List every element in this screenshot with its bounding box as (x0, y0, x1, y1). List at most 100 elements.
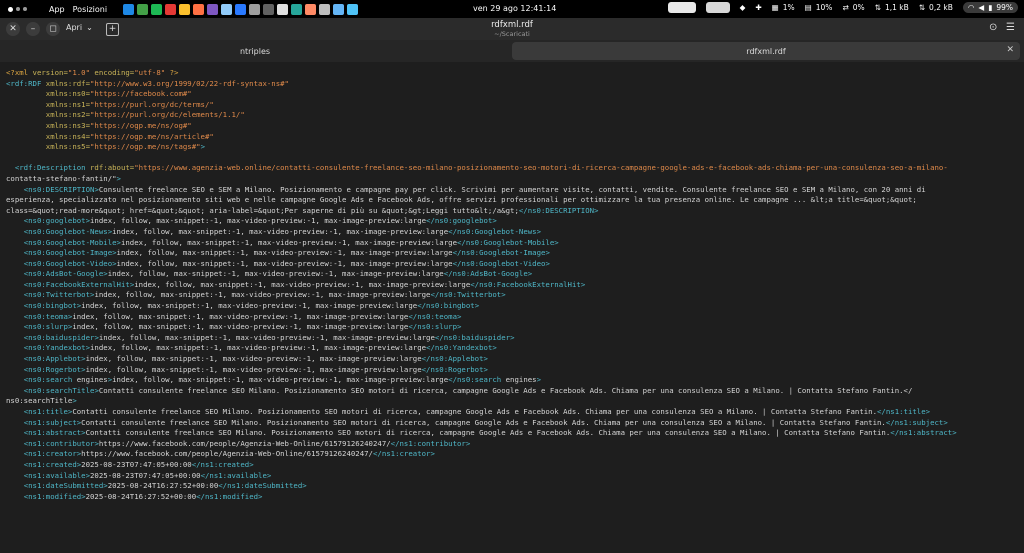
cpu-value: 1% (782, 3, 795, 12)
taskbar-app-icon[interactable] (263, 3, 275, 15)
taskbar-app-icon[interactable] (249, 3, 261, 15)
places-menu[interactable]: Posizioni (73, 5, 107, 14)
code-line[interactable]: <ns1:contributor>https://www.facebook.co… (6, 439, 1018, 450)
code-line[interactable]: <ns0:Yandexbot>index, follow, max-snippe… (6, 343, 1018, 354)
taskbar-app-icon[interactable] (291, 3, 303, 15)
workspace-dot-active (8, 6, 13, 12)
taskbar-app-icon[interactable] (207, 3, 219, 15)
download-icon: ⇅ (874, 3, 881, 12)
code-line[interactable]: xmlns:ns2="https://purl.org/dc/elements/… (6, 110, 1018, 121)
swap-indicator[interactable]: ⇄ 0% (842, 3, 864, 12)
tab-bar: ntriples rdfxml.rdf ✕ (0, 40, 1024, 62)
tab-ntriples[interactable]: ntriples (4, 42, 506, 60)
code-line[interactable]: xmlns:ns0="https://facebook.com#" (6, 89, 1018, 100)
close-tab-icon[interactable]: ✕ (1006, 45, 1014, 55)
workspace-indicator[interactable] (8, 6, 27, 12)
code-line[interactable]: <ns0:googlebot>index, follow, max-snippe… (6, 216, 1018, 227)
swap-icon: ⇄ (842, 3, 849, 12)
swap-value: 0% (852, 3, 865, 12)
upload-icon: ⇅ (918, 3, 926, 12)
code-line[interactable]: xmlns:ns5="https://ogp.me/ns/tags#"> (6, 142, 1018, 153)
code-line[interactable]: xmlns:ns4="https://ogp.me/ns/article#" (6, 132, 1018, 143)
code-line[interactable]: <rdf:RDF xmlns:rdf="http://www.w3.org/19… (6, 79, 1018, 90)
code-line[interactable]: <ns0:DESCRIPTION>Consulente freelance SE… (6, 185, 1018, 196)
code-line[interactable]: xmlns:ns3="https://ogp.me/ns/og#" (6, 121, 1018, 132)
code-line[interactable]: <ns1:subject>Contatti consulente freelan… (6, 418, 1018, 429)
code-line[interactable]: <ns1:modified>2025-08-24T16:27:52+00:00<… (6, 492, 1018, 503)
code-line[interactable]: <ns0:slurp>index, follow, max-snippet:-1… (6, 322, 1018, 333)
code-line[interactable]: <ns0:search engines>index, follow, max-s… (6, 375, 1018, 386)
taskbar-app-icon[interactable] (221, 3, 233, 15)
indicator-pill[interactable] (705, 2, 730, 13)
taskbar-app-icon[interactable] (305, 3, 317, 15)
memory-value: 10% (815, 3, 833, 12)
tab-rdfxml[interactable]: rdfxml.rdf ✕ (512, 42, 1020, 60)
top-panel: App Posizioni ven 29 ago 12:41:14 ◆ ✚ ▦ 1… (0, 0, 1024, 18)
memory-indicator[interactable]: ▤ 10% (805, 3, 833, 12)
indicator-pill[interactable] (667, 2, 696, 13)
code-line[interactable]: <ns0:bingbot>index, follow, max-snippet:… (6, 301, 1018, 312)
apps-menu[interactable]: App (49, 5, 65, 14)
code-line[interactable]: contatta-stefano-fantin/"> (6, 174, 1018, 185)
taskbar-app-icon[interactable] (179, 3, 191, 15)
taskbar-app-icon[interactable] (333, 3, 345, 15)
cpu-indicator[interactable]: ▦ 1% (772, 3, 795, 12)
code-line[interactable]: <ns0:searchTitle>Contatti consulente fre… (6, 386, 1018, 397)
taskbar-app-icon[interactable] (151, 3, 163, 15)
tab-label: rdfxml.rdf (746, 46, 786, 56)
taskbar-app-icon[interactable] (123, 3, 135, 15)
taskbar-app-icon[interactable] (277, 3, 289, 15)
cpu-icon: ▦ (771, 3, 779, 12)
download-value: 1,1 kB (884, 3, 909, 12)
text-editor[interactable]: <?xml version="1.0" encoding="utf-8" ?> <… (0, 64, 1024, 553)
window-title: rdfxml.rdf (491, 20, 533, 30)
taskbar-app-icon[interactable] (319, 3, 331, 15)
code-line[interactable]: <ns0:FacebookExternalHit>index, follow, … (6, 280, 1018, 291)
extension-icon[interactable]: ✚ (755, 3, 761, 12)
code-line[interactable]: <ns0:Applebot>index, follow, max-snippet… (6, 354, 1018, 365)
document-menu-icon[interactable]: ⊙ (989, 22, 997, 33)
code-line[interactable]: <ns1:dateSubmitted>2025-08-24T16:27:52+0… (6, 481, 1018, 492)
download-indicator[interactable]: ⇅ 1,1 kB (875, 3, 909, 12)
code-line[interactable] (6, 153, 1018, 164)
taskbar-app-icons (123, 3, 359, 15)
code-line[interactable]: <ns0:teoma>index, follow, max-snippet:-1… (6, 312, 1018, 323)
hamburger-menu-icon[interactable]: ☰ (1006, 22, 1015, 33)
upload-indicator[interactable]: ⇅ 0,2 kB (919, 3, 953, 12)
wifi-icon: ◠ (967, 3, 975, 12)
taskbar-app-icon[interactable] (235, 3, 247, 15)
code-line[interactable]: <ns0:Googlebot-News>index, follow, max-s… (6, 227, 1018, 238)
code-line[interactable]: <ns0:baiduspider>index, follow, max-snip… (6, 333, 1018, 344)
code-line[interactable]: ns0:searchTitle> (6, 396, 1018, 407)
window-subtitle: ~/Scaricati (494, 30, 530, 38)
code-line[interactable]: <ns1:title>Contatti consulente freelance… (6, 407, 1018, 418)
taskbar-app-icon[interactable] (165, 3, 177, 15)
taskbar-app-icon[interactable] (347, 3, 359, 15)
tab-label: ntriples (239, 46, 271, 56)
code-line[interactable]: <ns0:Googlebot-Mobile>index, follow, max… (6, 238, 1018, 249)
code-line[interactable]: <ns0:AdsBot-Google>index, follow, max-sn… (6, 269, 1018, 280)
code-line[interactable]: <?xml version="1.0" encoding="utf-8" ?> (6, 68, 1018, 79)
code-line[interactable]: <ns1:creator>https://www.facebook.com/pe… (6, 449, 1018, 460)
code-line[interactable]: <ns1:available>2025-08-23T07:47:05+00:00… (6, 471, 1018, 482)
taskbar-app-icon[interactable] (193, 3, 205, 15)
code-line[interactable]: esperienza, specializzato nel posizionam… (6, 195, 1018, 206)
code-line[interactable]: xmlns:ns1="https://purl.org/dc/terms/" (6, 100, 1018, 111)
clock[interactable]: ven 29 ago 12:41:14 (473, 4, 556, 13)
workspace-dot (23, 7, 27, 11)
upload-value: 0,2 kB (929, 3, 953, 12)
code-line[interactable]: <rdf:Description rdf:about="https://www.… (6, 163, 1018, 174)
code-line[interactable]: <ns0:Rogerbot>index, follow, max-snippet… (6, 365, 1018, 376)
taskbar-app-icon[interactable] (137, 3, 149, 15)
dropbox-icon[interactable]: ◆ (740, 3, 746, 12)
memory-icon: ▤ (804, 3, 812, 12)
battery-value: 99% (996, 3, 1013, 12)
code-line[interactable]: class=&quot;read-more&quot; href=&quot;&… (6, 206, 1018, 217)
code-line[interactable]: <ns1:created>2025-08-23T07:47:05+00:00</… (6, 460, 1018, 471)
system-menu[interactable]: ◠ ◀ ▮ 99% (962, 2, 1018, 13)
code-view[interactable]: <?xml version="1.0" encoding="utf-8" ?> <… (6, 68, 1018, 502)
code-line[interactable]: <ns0:Googlebot-Video>index, follow, max-… (6, 259, 1018, 270)
code-line[interactable]: <ns0:Googlebot-Image>index, follow, max-… (6, 248, 1018, 259)
code-line[interactable]: <ns0:Twitterbot>index, follow, max-snipp… (6, 290, 1018, 301)
code-line[interactable]: <ns1:abstract>Contatti consulente freela… (6, 428, 1018, 439)
